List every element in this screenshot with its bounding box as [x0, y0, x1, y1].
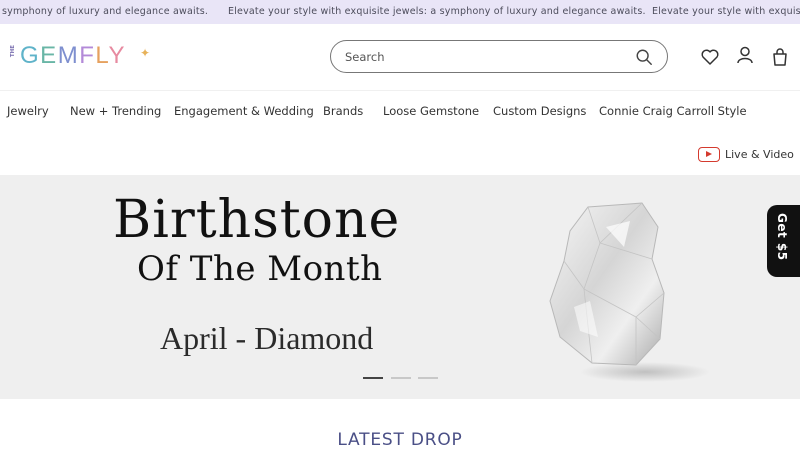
nav-item-loose-gemstone[interactable]: Loose Gemstone [383, 104, 479, 118]
announcement-text: Elevate your style with exquisite jewels… [228, 6, 646, 17]
nav-item-custom-designs[interactable]: Custom Designs [493, 104, 586, 118]
nav-item-connie-craig-carroll-style[interactable]: Connie Craig Carroll Style [599, 104, 747, 118]
search-bar[interactable] [330, 40, 668, 73]
youtube-icon [698, 146, 720, 162]
nav-item-new-trending[interactable]: New + Trending [70, 104, 161, 118]
hero-title: Birthstone [113, 190, 401, 250]
section-title-latest-drop: LATEST DROP [337, 430, 463, 450]
carousel-dot[interactable] [391, 377, 411, 379]
site-header: THE GEMFLY ✦ [0, 24, 800, 90]
account-user-icon[interactable] [735, 45, 755, 65]
live-video-link[interactable]: Live & Video [698, 146, 794, 162]
diamond-gem-image [549, 202, 710, 382]
carousel-dot[interactable] [363, 377, 383, 379]
hero-title-line2: Of The Month [137, 249, 383, 289]
carousel-dot[interactable] [418, 377, 438, 379]
search-input[interactable] [345, 48, 625, 66]
logo-prefix: THE [10, 45, 16, 58]
hero-subtitle: April - Diamond [160, 320, 374, 356]
nav-item-engagement-wedding[interactable]: Engagement & Wedding [174, 104, 314, 118]
announcement-text: symphony of luxury and elegance awaits. [2, 6, 209, 17]
logo-sparkle-icon: ✦ [140, 46, 151, 60]
carousel-indicators [362, 377, 442, 381]
get-five-dollars-tab[interactable]: Get $5 [767, 205, 800, 277]
gemfly-logo[interactable]: THE GEMFLY ✦ [10, 42, 160, 72]
announcement-text: Elevate your style with exquisit [652, 6, 800, 17]
shopping-bag-icon[interactable] [770, 47, 790, 67]
wishlist-heart-icon[interactable] [700, 47, 720, 67]
search-icon[interactable] [635, 48, 653, 66]
hero-banner[interactable]: Birthstone Of The Month April - Diamond [0, 175, 800, 399]
nav-item-brands[interactable]: Brands [323, 104, 363, 118]
main-navigation: Jewelry New + Trending Engagement & Wedd… [0, 90, 800, 175]
nav-item-jewelry[interactable]: Jewelry [7, 104, 49, 118]
logo-wordmark: GEMFLY [20, 42, 126, 69]
live-video-label: Live & Video [725, 147, 794, 161]
announcement-bar: symphony of luxury and elegance awaits. … [0, 0, 800, 24]
